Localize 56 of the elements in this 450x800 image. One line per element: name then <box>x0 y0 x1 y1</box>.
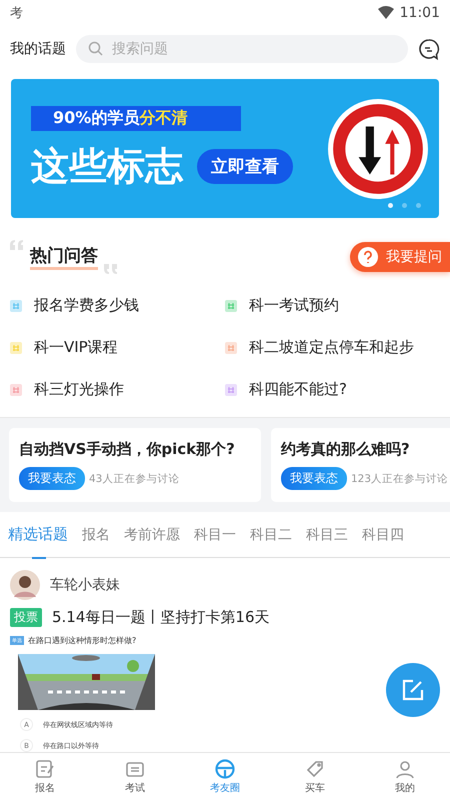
nav-tab[interactable]: 买车 <box>270 753 360 800</box>
question-icon <box>358 247 378 267</box>
search-icon <box>88 41 103 56</box>
form-icon <box>34 758 56 780</box>
carousel-dot[interactable] <box>402 203 407 208</box>
participant-count: 43人正在参与讨论 <box>89 472 180 486</box>
topic-card[interactable]: 约考真的那么难吗? 我要表态 123人正在参与讨论 <box>271 428 450 502</box>
question-link[interactable]: 科一考试预约 <box>249 296 339 315</box>
compose-button[interactable] <box>386 663 440 717</box>
search-field[interactable]: 搜索问题 <box>76 35 408 63</box>
carousel-dot[interactable] <box>416 203 421 208</box>
question-link[interactable]: 报名学费多少钱 <box>34 296 139 315</box>
tag-icon <box>304 758 326 780</box>
question-link[interactable]: 科三灯光操作 <box>34 380 124 399</box>
category-tab[interactable]: 报名 <box>82 512 110 558</box>
banner-tagline: 90%的学员分不清 <box>31 106 241 130</box>
topic-title: 约考真的那么难吗? <box>281 440 411 459</box>
close-quote-icon <box>104 264 118 274</box>
avatar-icon <box>10 570 40 600</box>
category-tab[interactable]: 科目三 <box>306 512 348 558</box>
category-tab[interactable]: 考前许愿 <box>124 512 180 558</box>
category-tab[interactable]: 科目二 <box>250 512 292 558</box>
clock-time: 11:01 <box>400 4 440 20</box>
chat-icon[interactable] <box>418 38 440 60</box>
my-topics-link[interactable]: 我的话题 <box>10 40 66 58</box>
question-link[interactable]: 科二坡道定点停车和起步 <box>249 338 414 357</box>
author-name: 车轮小表妹 <box>50 576 120 594</box>
promo-banner[interactable]: 90%的学员分不清 这些标志 立即查看 <box>11 79 439 218</box>
edit-icon <box>401 678 425 702</box>
road-sign-icon <box>327 98 429 200</box>
category-tab[interactable]: 科目一 <box>194 512 236 558</box>
category-tab[interactable]: 科目四 <box>362 512 404 558</box>
join-discussion-button[interactable]: 我要表态 <box>19 467 85 490</box>
nav-tab[interactable]: 考友圈 <box>180 753 270 800</box>
app-icon: 考 <box>10 4 23 22</box>
question-link[interactable]: 科一VIP课程 <box>34 338 118 357</box>
question-link[interactable]: 科四能不能过? <box>249 380 347 399</box>
carousel-dot[interactable] <box>388 203 393 208</box>
category-tab[interactable]: 精选话题 <box>8 512 68 558</box>
question-text: 在路口遇到这种情形时怎样做? <box>28 635 136 646</box>
topic-card[interactable]: 自动挡VS手动挡，你pick那个? 我要表态 43人正在参与讨论 <box>9 428 261 502</box>
section-title: 热门问答 <box>30 244 98 270</box>
open-quote-icon <box>10 240 24 250</box>
nav-tab[interactable]: 我的 <box>360 753 450 800</box>
post-title[interactable]: 5.14每日一题丨坚持打卡第16天 <box>52 608 270 627</box>
banner-headline: 这些标志 <box>31 142 183 190</box>
nav-tab[interactable]: 报名 <box>0 753 90 800</box>
join-discussion-button[interactable]: 我要表态 <box>281 467 347 490</box>
wifi-icon <box>378 6 394 19</box>
view-now-button[interactable]: 立即查看 <box>197 148 293 184</box>
topic-title: 自动挡VS手动挡，你pick那个? <box>19 440 236 459</box>
steering-wheel-icon <box>214 758 236 780</box>
vote-tag: 投票 <box>10 608 42 627</box>
participant-count: 123人正在参与讨论 <box>351 472 448 486</box>
person-icon <box>394 758 416 780</box>
nav-tab[interactable]: 考试 <box>90 753 180 800</box>
